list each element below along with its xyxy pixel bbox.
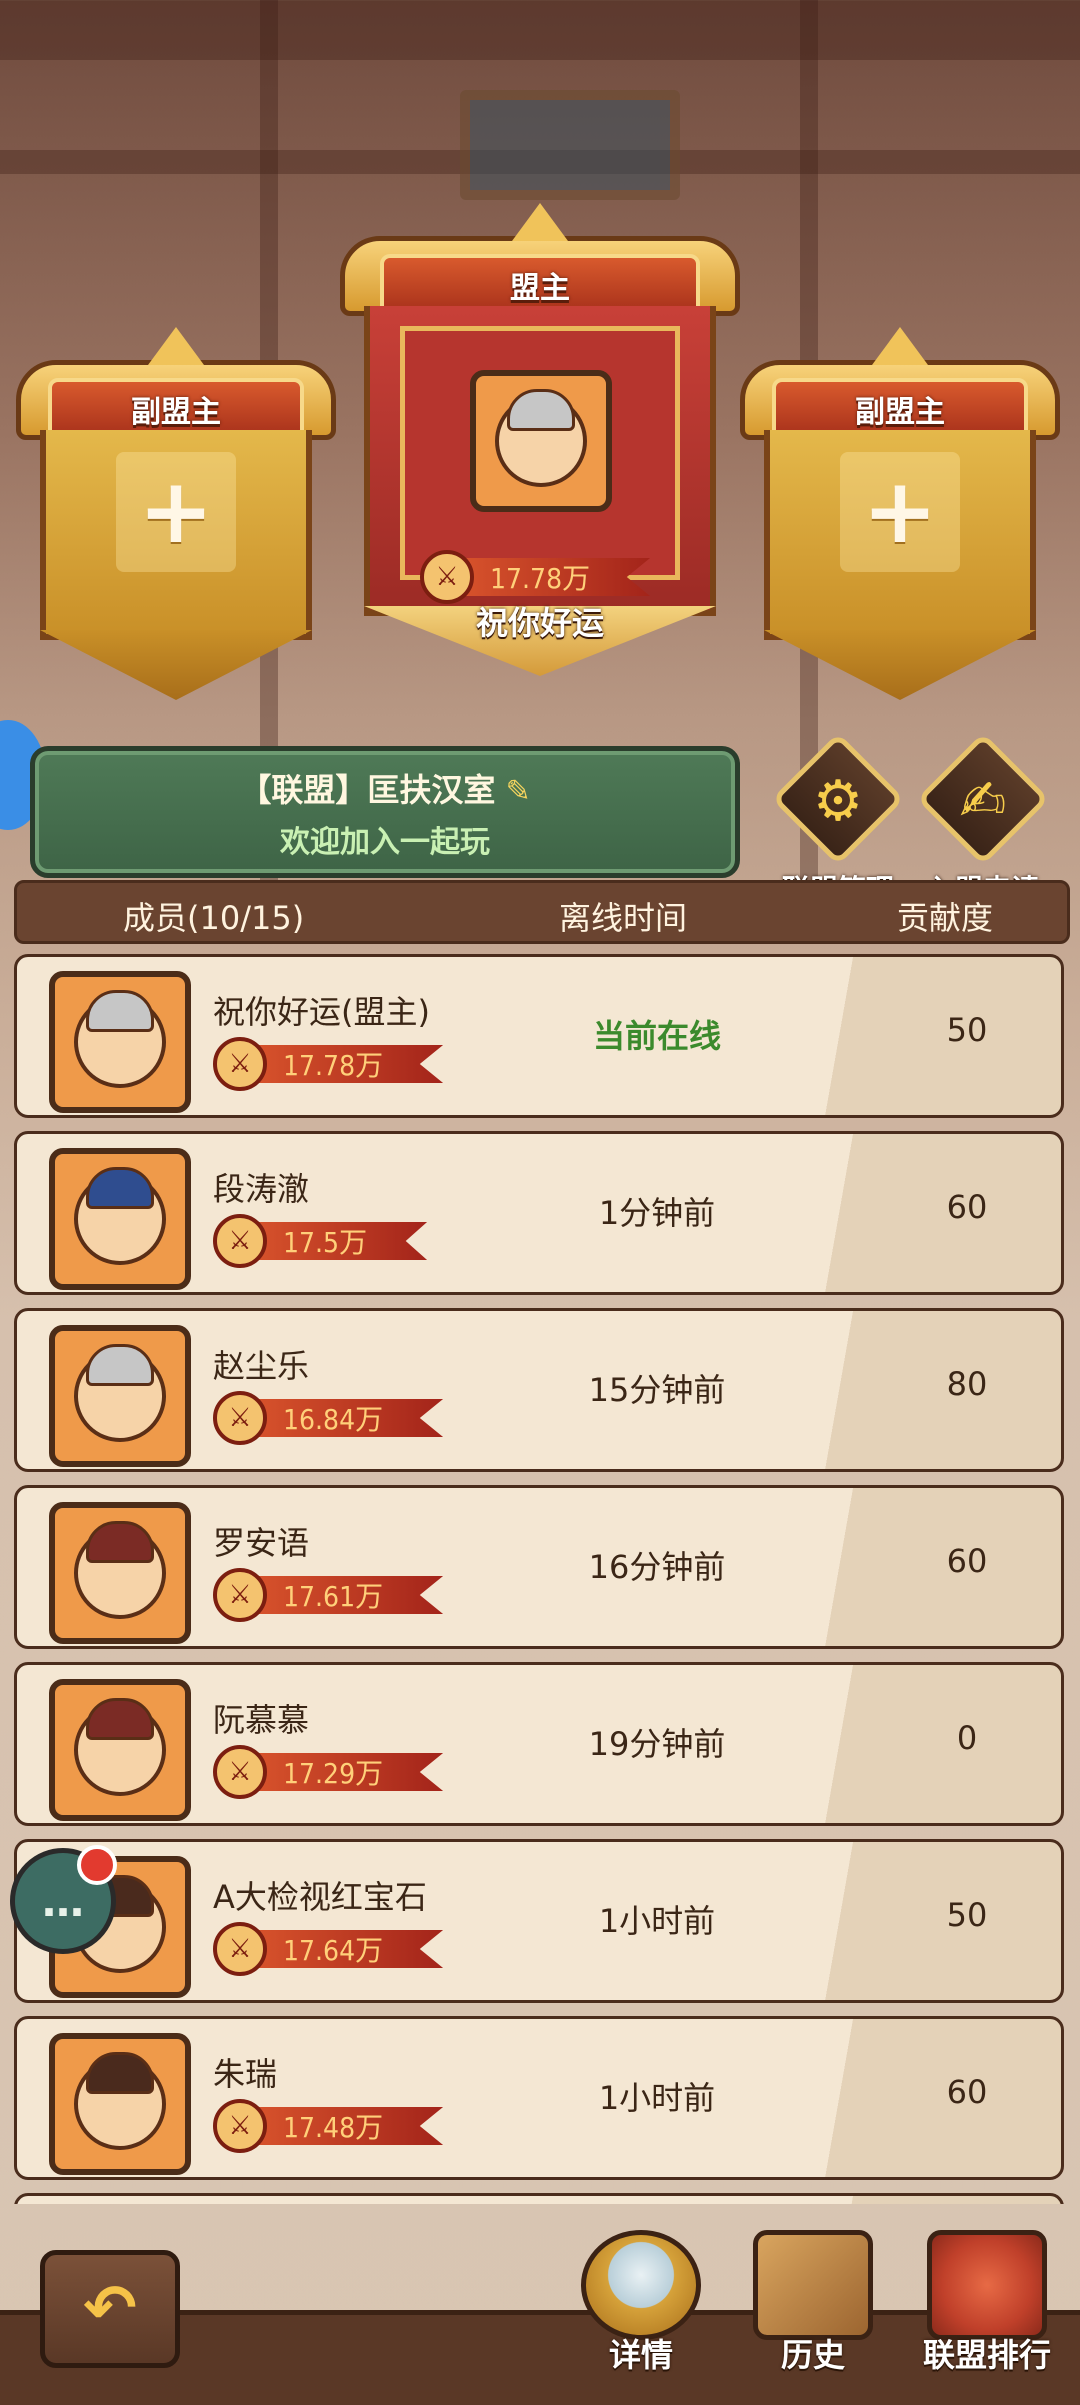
member-power: ⚔ 17.61万: [213, 1568, 444, 1622]
edit-note-icon: ✍: [959, 769, 1007, 834]
rank-banner-icon: [927, 2230, 1047, 2340]
pencil-icon[interactable]: ✎: [505, 774, 530, 809]
member-table-header: 成员(10/15) 离线时间 贡献度: [14, 880, 1070, 944]
col-offline: 离线时间: [559, 899, 688, 937]
crossed-swords-icon: ⚔: [213, 1391, 267, 1445]
member-row[interactable]: 朱瑞 ⚔ 17.48万 1小时前 60: [14, 2016, 1064, 2180]
member-offline-time: 16分钟前: [588, 1548, 726, 1586]
member-name: 罗安语: [213, 1524, 310, 1562]
member-row[interactable]: [14, 2193, 1064, 2204]
member-power: ⚔ 17.29万: [213, 1745, 444, 1799]
member-contribution: 80: [946, 1365, 988, 1403]
crossed-swords-icon: ⚔: [420, 550, 474, 604]
member-contribution: 60: [946, 2073, 988, 2111]
member-name: 朱瑞: [213, 2055, 278, 2093]
leader-name: 祝你好运: [475, 604, 604, 642]
member-contribution: 0: [956, 1719, 978, 1757]
crossed-swords-icon: ⚔: [213, 1922, 267, 1976]
member-avatar[interactable]: [49, 1148, 191, 1290]
col-contrib: 贡献度: [897, 899, 994, 937]
col-member: 成员(10/15): [123, 899, 305, 937]
member-offline-time: 1小时前: [598, 2079, 716, 2117]
notification-dot: [77, 1845, 117, 1885]
member-list[interactable]: 祝你好运(盟主) ⚔ 17.78万 当前在线 50 段涛澈 ⚔ 17.5万 1分钟前…: [14, 954, 1064, 2204]
member-power: ⚔ 17.48万: [213, 2099, 444, 2153]
crossed-swords-icon: ⚔: [213, 1568, 267, 1622]
plus-icon[interactable]: +: [116, 452, 236, 572]
member-avatar[interactable]: [49, 971, 191, 1113]
member-contribution: 50: [946, 1011, 988, 1049]
nav-history[interactable]: 历史: [738, 2230, 888, 2376]
chat-bubble-icon[interactable]: …: [10, 1845, 117, 1954]
member-avatar[interactable]: [49, 1502, 191, 1644]
vice-leader-slot-right[interactable]: 副盟主 +: [740, 327, 1060, 700]
member-contribution: 60: [946, 1188, 988, 1226]
member-row[interactable]: 阮慕慕 ⚔ 17.29万 19分钟前 0: [14, 1662, 1064, 1826]
plus-icon[interactable]: +: [840, 452, 960, 572]
member-row[interactable]: 赵尘乐 ⚔ 16.84万 15分钟前 80: [14, 1308, 1064, 1472]
nav-alliance-rank[interactable]: 联盟排行: [912, 2230, 1062, 2376]
member-name: 赵尘乐: [213, 1347, 310, 1385]
back-arrow-icon[interactable]: ↶: [40, 2250, 180, 2368]
member-offline-time: 1小时前: [598, 1902, 716, 1940]
member-offline-time: 当前在线: [592, 1017, 721, 1055]
alliance-name: 【联盟】匡扶汉室: [239, 771, 496, 809]
member-offline-time: 1分钟前: [598, 1194, 716, 1232]
crossed-swords-icon: ⚔: [213, 1214, 267, 1268]
leader-avatar[interactable]: [470, 370, 612, 512]
member-name: A大检视红宝石: [213, 1878, 427, 1916]
crossed-swords-icon: ⚔: [213, 2099, 267, 2153]
member-power: ⚔ 17.78万: [213, 1037, 444, 1091]
member-avatar[interactable]: [49, 1679, 191, 1821]
magnifier-icon: [581, 2230, 701, 2340]
member-name: 阮慕慕: [213, 1701, 310, 1739]
crossed-swords-icon: ⚔: [213, 1037, 267, 1091]
member-row[interactable]: 罗安语 ⚔ 17.61万 16分钟前 60: [14, 1485, 1064, 1649]
vice-leader-slot-left[interactable]: 副盟主 +: [16, 327, 336, 700]
member-name: 祝你好运(盟主): [213, 993, 430, 1031]
nav-detail[interactable]: 详情: [566, 2230, 716, 2376]
history-scroll-icon: [753, 2230, 873, 2340]
member-name: 段涛澈: [213, 1170, 310, 1208]
member-offline-time: 15分钟前: [588, 1371, 726, 1409]
member-power: ⚔ 17.64万: [213, 1922, 444, 1976]
member-avatar[interactable]: [49, 1325, 191, 1467]
member-power: ⚔ 16.84万: [213, 1391, 444, 1445]
member-row[interactable]: A大检视红宝石 ⚔ 17.64万 1小时前 50: [14, 1839, 1064, 2003]
crossed-swords-icon: ⚔: [213, 1745, 267, 1799]
member-row[interactable]: 段涛澈 ⚔ 17.5万 1分钟前 60: [14, 1131, 1064, 1295]
gear-icon: ⚙: [812, 769, 864, 834]
member-offline-time: 19分钟前: [588, 1725, 726, 1763]
member-row[interactable]: 祝你好运(盟主) ⚔ 17.78万 当前在线 50: [14, 954, 1064, 1118]
alliance-info-panel: 【联盟】匡扶汉室 ✎ 欢迎加入一起玩: [30, 746, 740, 878]
member-power: ⚔ 17.5万: [213, 1214, 428, 1268]
leader-power: ⚔ 17.78万: [420, 550, 651, 604]
member-avatar[interactable]: [49, 2033, 191, 2175]
member-contribution: 60: [946, 1542, 988, 1580]
member-contribution: 50: [946, 1896, 988, 1934]
alliance-motto: 欢迎加入一起玩: [280, 825, 490, 860]
